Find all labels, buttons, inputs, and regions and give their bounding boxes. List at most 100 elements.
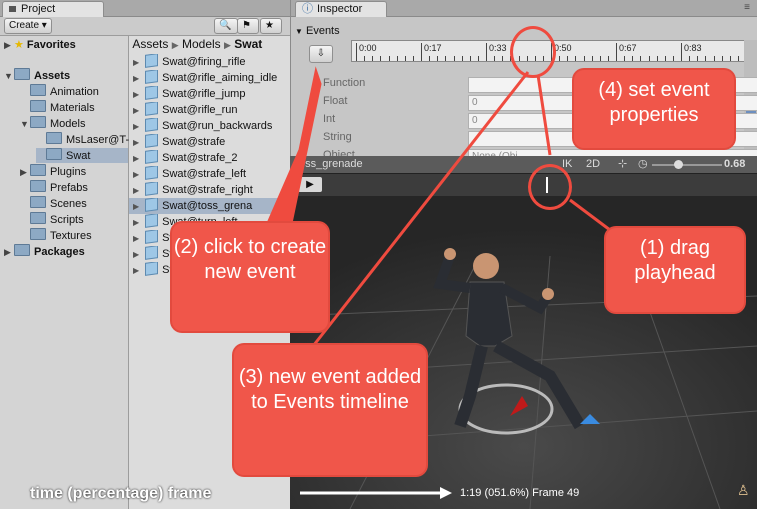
tree-item[interactable]: ▶ Plugins [20, 164, 86, 179]
asset-list-item[interactable]: ▶ Swat@strafe_2 [129, 150, 290, 166]
asset-list-item[interactable]: ▶ Swat@firing_rifle [129, 54, 290, 70]
expand-arrow-icon[interactable]: ▶ [133, 106, 139, 115]
breadcrumb-item[interactable]: Assets [132, 37, 168, 51]
timeline-minor-tick [453, 56, 455, 61]
breadcrumb: Assets ▶ Models ▶ Swat [132, 37, 263, 51]
expand-arrow-icon[interactable]: ▶ [4, 245, 14, 260]
tree-item-label: Plugins [50, 166, 87, 178]
expand-arrow-icon[interactable]: ▶ [4, 38, 14, 53]
callout-step3: (3) new event added to Events timeline [234, 345, 426, 475]
tree-item[interactable]: MsLaser@T- [36, 132, 129, 147]
tree-item[interactable]: Scenes [20, 196, 87, 211]
tree-item-label: Prefabs [50, 182, 88, 194]
timeline-minor-tick [640, 56, 642, 61]
breadcrumb-item[interactable]: Swat [234, 37, 262, 51]
tree-item[interactable]: Materials [20, 100, 95, 115]
expand-arrow-icon[interactable]: ▶ [133, 170, 139, 179]
timeline-minor-tick [429, 56, 431, 61]
expand-arrow-icon[interactable]: ▼ [20, 117, 30, 132]
tree-item[interactable]: Animation [20, 84, 99, 99]
asset-list-item[interactable]: ▶ Swat@rifle_aiming_idle [129, 70, 290, 86]
label-tag-icon[interactable]: ⚑ [237, 18, 259, 34]
tab-inspector[interactable]: ⓘ Inspector [295, 1, 387, 17]
asset-name: Swat@firing_rifle [162, 56, 246, 68]
expand-arrow-icon[interactable]: ▶ [133, 154, 139, 163]
search-icon[interactable]: 🔍 [214, 18, 238, 34]
timeline-minor-tick [632, 56, 634, 61]
breadcrumb-item[interactable]: Models [182, 37, 221, 51]
timeline-minor-tick [477, 56, 479, 61]
expand-arrow-icon[interactable]: ▶ [133, 234, 139, 243]
play-button[interactable]: ▶ [298, 177, 322, 192]
model-icon [145, 150, 159, 164]
callout-step2: (2) click to create new event [172, 223, 328, 331]
folder-icon [30, 84, 46, 96]
tree-item[interactable]: Prefabs [20, 180, 88, 195]
tree-item[interactable]: ▶ Packages [4, 244, 85, 259]
timeline-minor-tick [607, 56, 609, 61]
expand-arrow-icon[interactable]: ▼ [4, 69, 14, 84]
tree-item[interactable]: Swat [36, 148, 128, 163]
asset-name: Swat@toss_grena [162, 200, 253, 212]
timeline-minor-tick [737, 56, 739, 61]
asset-list-item[interactable]: ▶ Swat@strafe_right [129, 182, 290, 198]
tree-item[interactable]: Scripts [20, 212, 84, 227]
speed-slider[interactable] [652, 160, 722, 169]
tab-project[interactable]: Project [2, 1, 104, 17]
asset-list-item[interactable]: ▶ Swat@run_backwards [129, 118, 290, 134]
asset-list-item[interactable]: ▶ Swat@toss_grena [129, 198, 290, 214]
asset-list-item[interactable]: ▶ Swat@rifle_run [129, 102, 290, 118]
callout-step1: (1) drag playhead [606, 228, 744, 312]
model-icon [145, 86, 159, 100]
expand-arrow-icon[interactable]: ▶ [133, 266, 139, 275]
timeline-minor-tick [396, 56, 398, 61]
asset-list-item[interactable]: ▶ Swat@strafe [129, 134, 290, 150]
asset-list-item[interactable]: ▶ Swat@strafe_left [129, 166, 290, 182]
timeline-minor-tick [624, 56, 626, 61]
playhead-highlight-ring [528, 164, 572, 210]
mode-2d-toggle[interactable]: 2D [586, 156, 600, 173]
foldout-arrow-icon[interactable]: ▼ [295, 27, 303, 36]
asset-name: Swat@rifle_run [162, 104, 238, 116]
tree-item[interactable]: Textures [20, 228, 92, 243]
expand-arrow-icon[interactable]: ▶ [133, 90, 139, 99]
create-button[interactable]: Create ▾ [4, 18, 52, 34]
avatar-icon[interactable]: ♙ [737, 482, 750, 499]
events-header[interactable]: ▼ Events [295, 25, 340, 37]
expand-arrow-icon[interactable]: ▶ [133, 186, 139, 195]
timeline-minor-tick [697, 56, 699, 61]
timeline-minor-tick [461, 56, 463, 61]
tree-item[interactable]: ▼ Models [20, 116, 85, 131]
add-event-button[interactable]: ⇩ [309, 45, 333, 63]
panel-menu-icon[interactable]: ≡ [744, 2, 750, 13]
expand-arrow-icon[interactable]: ▶ [133, 58, 139, 67]
model-icon [145, 134, 159, 148]
pivot-icon[interactable]: ⊹ [618, 156, 627, 173]
expand-arrow-icon[interactable]: ▶ [133, 218, 139, 227]
timeline-minor-tick [494, 56, 496, 61]
model-icon [145, 246, 159, 260]
asset-list-item[interactable]: ▶ Swat@rifle_jump [129, 86, 290, 102]
timeline-minor-tick [388, 56, 390, 61]
expand-arrow-icon[interactable]: ▶ [133, 202, 139, 211]
timeline-minor-tick [729, 56, 731, 61]
timeline-minor-tick [648, 56, 650, 61]
star-filter-icon[interactable]: ★ [260, 18, 282, 34]
property-label: String [323, 131, 352, 143]
project-tab-icon [9, 6, 16, 13]
timeline-tick-label: 0:33 [489, 43, 507, 53]
speed-value: 0.68 [724, 158, 746, 170]
timeline-tick-label: 0:67 [619, 43, 637, 53]
expand-arrow-icon[interactable]: ▶ [20, 165, 30, 180]
expand-arrow-icon[interactable]: ▶ [133, 74, 139, 83]
tree-item-favorites[interactable]: ▶ ★ Favorites [4, 38, 76, 53]
timeline-minor-tick [664, 56, 666, 61]
timeline-minor-tick [469, 56, 471, 61]
timeline-minor-tick [380, 56, 382, 61]
speed-slider-handle[interactable] [674, 160, 683, 169]
model-icon [145, 230, 159, 244]
expand-arrow-icon[interactable]: ▶ [133, 250, 139, 259]
tree-item[interactable]: ▼ Assets [4, 68, 70, 83]
expand-arrow-icon[interactable]: ▶ [133, 122, 139, 131]
expand-arrow-icon[interactable]: ▶ [133, 138, 139, 147]
